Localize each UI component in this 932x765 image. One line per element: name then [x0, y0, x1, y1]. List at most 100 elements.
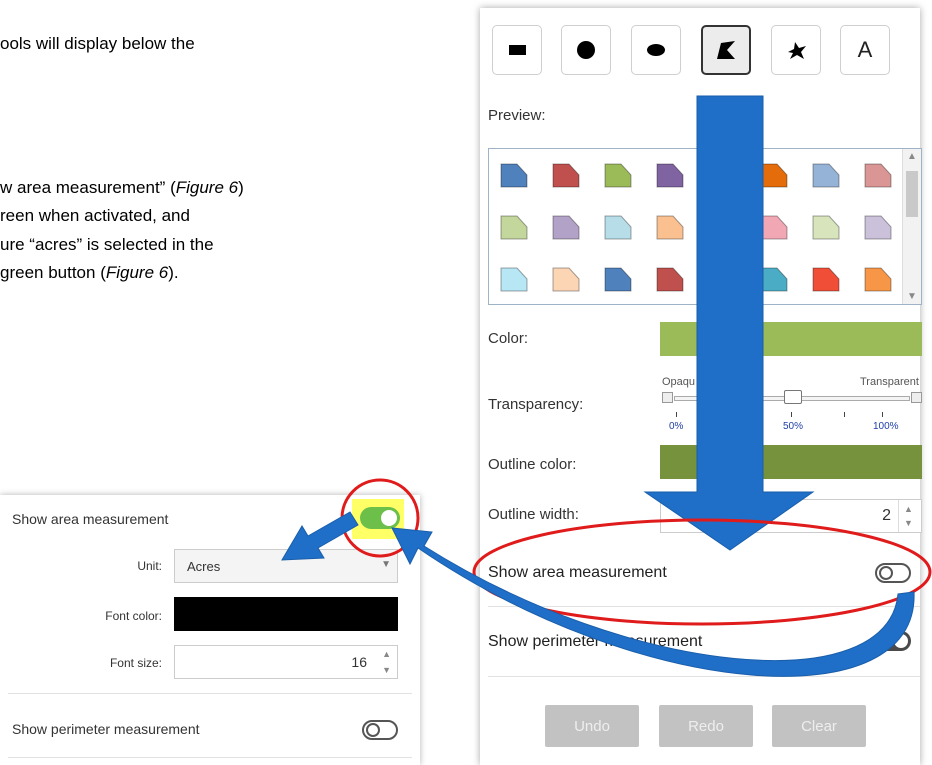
chevron-down-icon[interactable]: ▼ — [381, 559, 391, 570]
drawing-tools-panel: A Preview: ▲ ▼ Color: Transparency: Opaq… — [480, 8, 922, 765]
doc-figure-ref: Figure 6 — [175, 178, 239, 197]
fill-color-picker[interactable] — [660, 322, 922, 356]
swatch-item[interactable] — [655, 161, 685, 189]
divider — [488, 676, 920, 677]
tick-0 — [676, 412, 677, 417]
divider — [8, 693, 412, 694]
scroll-thumb[interactable] — [906, 171, 918, 217]
inset-show-perimeter-toggle[interactable] — [362, 720, 398, 740]
polygon-icon — [717, 41, 735, 59]
swatch-item[interactable] — [655, 265, 685, 293]
toggle-knob — [366, 723, 380, 737]
area-measurement-inset: Show area measurement Unit: Acres ▼ Font… — [0, 495, 420, 765]
swatch-item[interactable] — [499, 161, 529, 189]
outline-width-value: 2 — [882, 507, 891, 524]
swatch-item[interactable] — [811, 161, 841, 189]
swatch-item[interactable] — [759, 161, 789, 189]
tick-100 — [882, 412, 883, 417]
doc-line-4: ure “acres” is selected in the — [0, 235, 214, 254]
draw-text-button[interactable]: A — [840, 25, 890, 75]
doc-line-5-text: green button ( — [0, 263, 106, 282]
transparency-slider[interactable] — [662, 390, 922, 408]
swatch-item[interactable] — [603, 265, 633, 293]
text-icon: A — [857, 37, 873, 62]
unit-value: Acres — [187, 559, 221, 574]
stepper-down-icon[interactable]: ▼ — [904, 518, 913, 528]
doc-line-3: reen when activated, and — [0, 206, 190, 225]
stepper-arrows[interactable]: ▲ ▼ — [898, 500, 921, 532]
rectangle-icon — [508, 45, 526, 55]
unit-label: Unit: — [137, 559, 162, 573]
toggle-knob — [879, 566, 893, 580]
transparent-label: Transparent — [860, 376, 919, 388]
inset-show-perimeter-label: Show perimeter measurement — [12, 721, 200, 737]
show-area-toggle[interactable] — [875, 563, 911, 583]
slider-thumb[interactable] — [784, 390, 802, 404]
preview-label: Preview: — [488, 107, 546, 124]
swatch-item[interactable] — [811, 265, 841, 293]
swatch-item[interactable] — [603, 213, 633, 241]
draw-freehand-button[interactable] — [771, 25, 821, 75]
color-label: Color: — [488, 330, 529, 347]
draw-circle-button[interactable] — [561, 25, 611, 75]
doc-line-5: green button (Figure 6). — [0, 261, 179, 284]
draw-rectangle-button[interactable] — [492, 25, 542, 75]
font-color-picker[interactable] — [174, 597, 398, 631]
pct-100: 100% — [873, 421, 899, 432]
swatch-item[interactable] — [863, 265, 893, 293]
doc-line-2-end: ) — [238, 178, 244, 197]
swatch-item[interactable] — [811, 213, 841, 241]
show-perimeter-toggle[interactable] — [875, 631, 911, 651]
undo-button[interactable]: Undo — [545, 705, 639, 747]
swatch-item[interactable] — [863, 161, 893, 189]
swatch-item[interactable] — [551, 265, 581, 293]
swatch-scrollbar[interactable]: ▲ ▼ — [902, 149, 921, 304]
freehand-icon — [788, 42, 806, 59]
redo-button[interactable]: Redo — [659, 705, 753, 747]
clear-button[interactable]: Clear — [772, 705, 866, 747]
doc-line-2: w area measurement” (Figure 6) — [0, 176, 244, 199]
symbol-swatch-grid[interactable]: ▲ ▼ — [488, 148, 922, 305]
draw-ellipse-button[interactable] — [631, 25, 681, 75]
swatch-item[interactable] — [603, 161, 633, 189]
opaque-label: Opaqu — [662, 376, 696, 388]
outline-width-label: Outline width: — [488, 506, 579, 523]
font-size-label: Font size: — [109, 656, 162, 670]
show-perimeter-label: Show perimeter measurement — [488, 633, 703, 650]
swatch-item[interactable] — [551, 161, 581, 189]
slider-left-icon[interactable] — [662, 392, 673, 403]
scroll-down-icon[interactable]: ▼ — [903, 291, 921, 302]
scroll-up-icon[interactable]: ▲ — [903, 151, 921, 162]
stepper-up-icon[interactable]: ▲ — [382, 649, 391, 659]
swatch-item[interactable] — [863, 213, 893, 241]
outline-color-label: Outline color: — [488, 456, 577, 473]
swatch-item[interactable] — [499, 213, 529, 241]
show-area-label: Show area measurement — [488, 564, 667, 581]
outline-width-stepper[interactable]: 2 ▲ ▼ — [660, 499, 922, 533]
slider-right-icon[interactable] — [911, 392, 922, 403]
tick-50 — [791, 412, 792, 417]
transparency-label: Transparency: — [488, 396, 584, 413]
pct-0: 0% — [669, 421, 684, 432]
font-size-value: 16 — [351, 654, 367, 670]
divider — [488, 606, 920, 607]
swatch-item[interactable] — [759, 265, 789, 293]
unit-select[interactable]: Acres ▼ — [174, 549, 398, 583]
stepper-down-icon[interactable]: ▼ — [382, 665, 391, 675]
tick-75 — [844, 412, 845, 417]
inset-show-area-label: Show area measurement — [12, 511, 169, 527]
toggle-knob — [894, 634, 908, 648]
doc-figure-ref: Figure 6 — [105, 263, 169, 282]
swatch-item[interactable] — [499, 265, 529, 293]
draw-polygon-button[interactable] — [701, 25, 751, 75]
doc-line-1: ools will display below the — [0, 34, 195, 53]
outline-color-picker[interactable] — [660, 445, 922, 479]
swatch-item[interactable] — [759, 213, 789, 241]
swatch-item[interactable] — [655, 213, 685, 241]
toggle-knob — [381, 510, 397, 526]
font-size-stepper[interactable]: 16 ▲ ▼ — [174, 645, 398, 679]
stepper-up-icon[interactable]: ▲ — [904, 504, 913, 514]
swatch-item[interactable] — [551, 213, 581, 241]
inset-show-area-toggle[interactable] — [360, 507, 400, 529]
doc-line-5-end: ). — [168, 263, 179, 282]
